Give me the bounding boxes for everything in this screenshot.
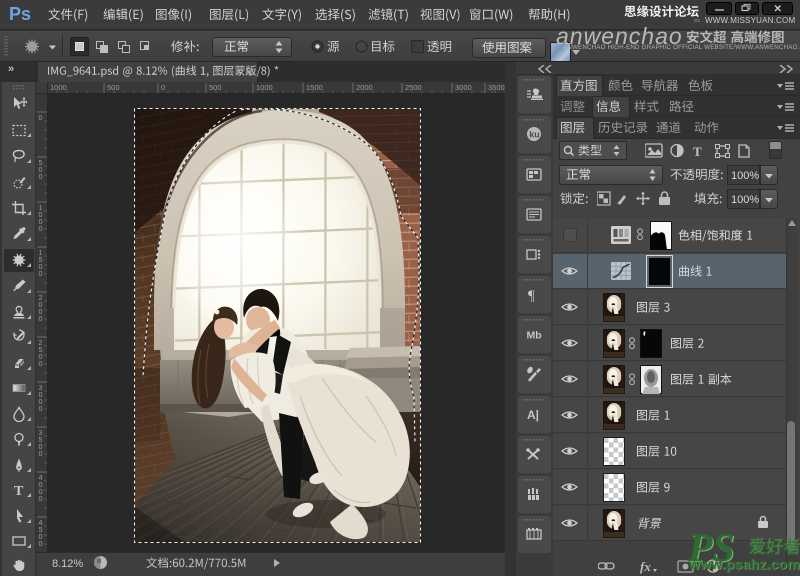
svg-text:0: 0 <box>39 539 43 548</box>
svg-text:¶: ¶ <box>528 288 535 303</box>
svg-text:0: 0 <box>39 269 43 278</box>
svg-text:0: 0 <box>39 449 43 458</box>
svg-text:0: 0 <box>39 494 43 503</box>
svg-text:0: 0 <box>39 314 43 323</box>
svg-text:1500: 1500 <box>306 83 323 92</box>
svg-text:ku: ku <box>529 130 540 140</box>
svg-text:1000: 1000 <box>256 83 273 92</box>
svg-text:A|: A| <box>527 408 539 422</box>
svg-text:0: 0 <box>161 83 165 92</box>
svg-text:T: T <box>14 484 24 498</box>
svg-text:0: 0 <box>39 359 43 368</box>
svg-text:3000: 3000 <box>455 83 472 92</box>
svg-text:3500: 3500 <box>488 83 505 92</box>
svg-text:0: 0 <box>39 224 43 233</box>
svg-text:1000: 1000 <box>50 83 67 92</box>
svg-text:2000: 2000 <box>356 83 373 92</box>
svg-text:fx: fx <box>640 559 651 574</box>
svg-text:0: 0 <box>39 113 43 122</box>
svg-text:0: 0 <box>39 404 43 413</box>
svg-text:Mb: Mb <box>527 330 542 342</box>
svg-text:500: 500 <box>107 83 120 92</box>
svg-text:500: 500 <box>209 83 222 92</box>
svg-text:0: 0 <box>39 172 43 181</box>
svg-text:T: T <box>693 144 702 159</box>
svg-text:2500: 2500 <box>405 83 422 92</box>
